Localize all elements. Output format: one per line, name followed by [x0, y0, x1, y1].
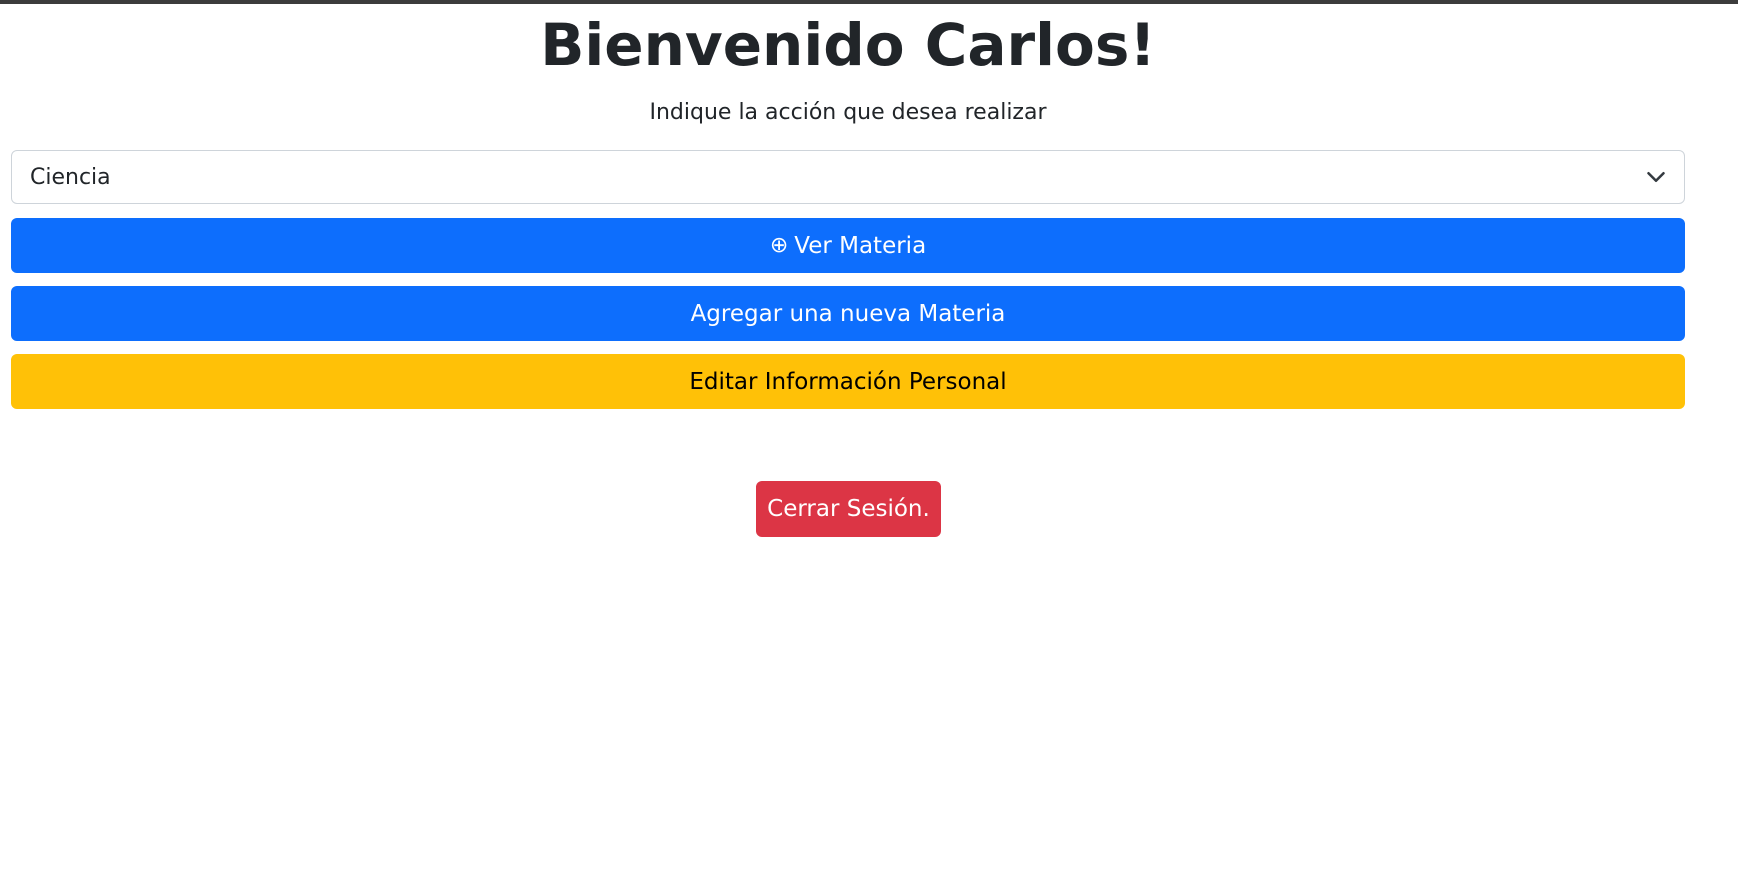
editar-informacion-button[interactable]: Editar Información Personal	[11, 354, 1685, 409]
main-container: Bienvenido Carlos! Indique la acción que…	[11, 0, 1685, 537]
cerrar-sesion-button[interactable]: Cerrar Sesión.	[756, 481, 941, 537]
plus-circle-icon: ⊕	[769, 233, 789, 258]
editar-informacion-label: Editar Información Personal	[689, 368, 1007, 395]
agregar-materia-button[interactable]: Agregar una nueva Materia	[11, 286, 1685, 341]
chevron-down-icon	[1647, 172, 1665, 182]
ver-materia-button[interactable]: ⊕ Ver Materia	[11, 218, 1685, 273]
cerrar-sesion-label: Cerrar Sesión.	[767, 496, 930, 522]
page-subtitle: Indique la acción que desea realizar	[649, 100, 1047, 125]
subject-select[interactable]: Ciencia	[11, 150, 1685, 204]
page-title: Bienvenido Carlos!	[540, 11, 1156, 79]
ver-materia-label: Ver Materia	[794, 232, 927, 259]
subject-select-value: Ciencia	[30, 164, 111, 190]
agregar-materia-label: Agregar una nueva Materia	[690, 300, 1006, 327]
